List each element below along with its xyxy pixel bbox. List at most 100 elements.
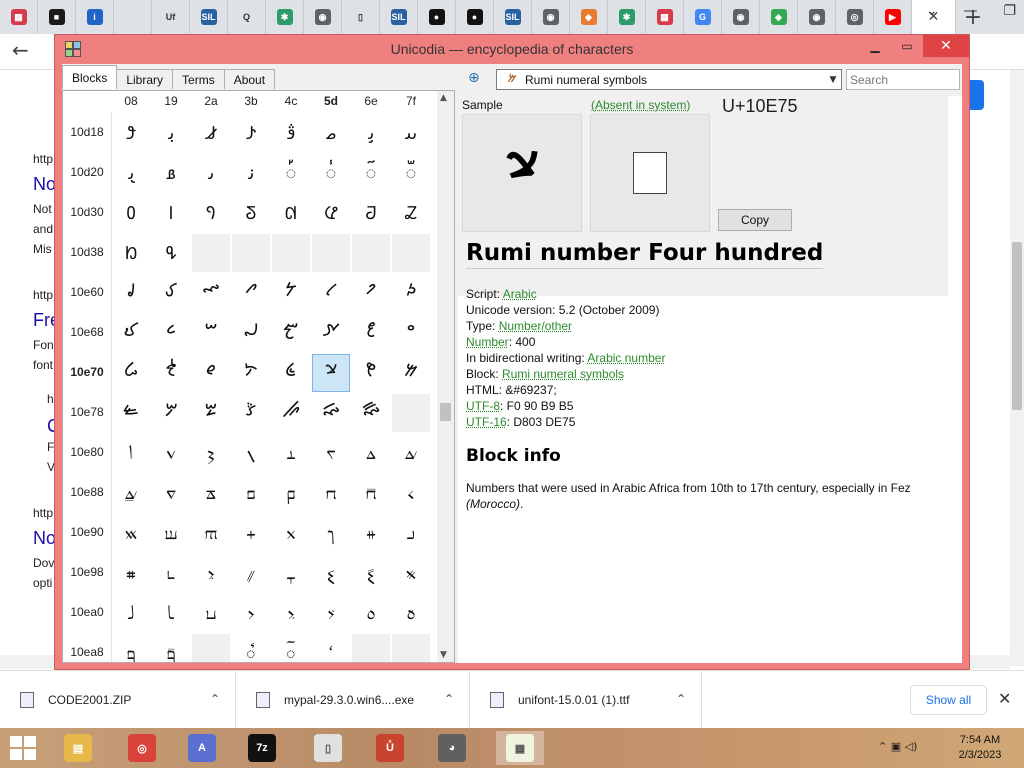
show-all-button[interactable]: Show all [910,685,987,715]
block-select[interactable]: 𐹷 Rumi numeral symbols ▼ [496,69,842,90]
character-cell[interactable]: 𐹫 [232,314,270,352]
character-cell[interactable]: 𐹣 [232,274,270,312]
character-cell[interactable]: 𐹮 [352,314,390,352]
grid-scrollbar[interactable]: ▲ ▼ [437,91,454,662]
taskbar-app[interactable]: 7z [238,731,286,765]
browser-tab[interactable]: ▦ [0,0,38,34]
back-arrow-icon[interactable]: ← [12,38,29,62]
character-cell[interactable]: 𐴶 [352,194,390,232]
absent-in-system-link[interactable]: (Absent in system) [591,98,690,112]
character-cell[interactable]: 𐺧 [392,594,430,632]
character-cell[interactable]: 𐺣 [232,594,270,632]
character-cell[interactable]: 𐹽 [312,394,350,432]
character-cell[interactable]: 𐺈 [112,474,150,512]
character-cell[interactable]: 𐹨 [112,314,150,352]
browser-tab[interactable]: i [76,0,114,34]
character-cell[interactable]: 𐹹 [152,394,190,432]
character-cell[interactable]: 𐹦 [352,274,390,312]
browser-tab[interactable]: ▶ [874,0,912,34]
character-cell[interactable]: 𐺚 [192,554,230,592]
character-cell[interactable]: 𐹩 [152,314,190,352]
browser-tab[interactable]: ◉ [798,0,836,34]
character-cell[interactable]: 𐴦 [352,154,390,192]
character-cell[interactable]: 𐴣 [232,154,270,192]
character-cell[interactable]: 𐹡 [152,274,190,312]
copy-button[interactable]: Copy [718,209,792,231]
character-cell[interactable]: 𐴛 [232,114,270,152]
character-cell[interactable]: 𐹢 [192,274,230,312]
character-cell[interactable]: 𐹯 [392,314,430,352]
number-link[interactable]: Number [466,335,509,349]
character-cell[interactable]: 𐺞 [352,554,390,592]
browser-tab[interactable]: ✱ [608,0,646,34]
character-cell[interactable]: 𐺀 [112,434,150,472]
browser-tab[interactable]: ✱ [266,0,304,34]
character-cell[interactable]: 𐴳 [232,194,270,232]
character-cell[interactable]: 𐺗 [392,514,430,552]
browser-tab[interactable]: ◎ [836,0,874,34]
chevron-down-icon[interactable]: ⌄ [926,3,938,19]
search-input[interactable] [846,69,960,90]
character-cell[interactable]: 𐺥 [312,594,350,632]
tab-about[interactable]: About [223,69,276,89]
character-cell[interactable]: 𐺆 [352,434,390,472]
character-cell[interactable]: 𐺊 [192,474,230,512]
character-cell[interactable]: 𐺏 [392,474,430,512]
character-cell[interactable]: 𐹥 [312,274,350,312]
taskbar-app[interactable]: ▯ [304,731,352,765]
character-cell[interactable]: 𐴘 [112,114,150,152]
character-cell[interactable]: 𐺄 [272,434,310,472]
character-cell[interactable]: 𐺟 [392,554,430,592]
grid-scroll-thumb[interactable] [440,403,451,421]
character-cell[interactable]: 𐹾 [352,394,390,432]
bidi-link[interactable]: Arabic number [587,351,665,365]
maximize-button[interactable]: ▭ [893,35,921,57]
character-cell[interactable]: 𐴡 [152,154,190,192]
browser-tab[interactable]: SIL [494,0,532,34]
character-cell[interactable]: 𐺂 [192,434,230,472]
character-cell[interactable]: 𐹠 [112,274,150,312]
volume-icon[interactable]: ◁) [905,740,918,753]
download-item[interactable]: CODE2001.ZIP ⌃ [0,671,236,729]
globe-sort-icon[interactable]: ⊕ [468,70,488,88]
character-cell[interactable]: 𐹬 [272,314,310,352]
character-cell[interactable]: 𐴜 [272,114,310,152]
character-cell[interactable]: 𐹲 [192,354,230,392]
character-cell[interactable]: 𐴤 [272,154,310,192]
character-cell[interactable]: 𐹭 [312,314,350,352]
browser-tab[interactable] [114,0,152,34]
browser-tab[interactable]: ◉ [722,0,760,34]
chevron-up-icon[interactable]: ⌃ [676,692,686,706]
character-cell[interactable]: 𐴞 [352,114,390,152]
character-cell[interactable]: 𐹴 [272,354,310,392]
character-cell[interactable]: 𐺎 [352,474,390,512]
browser-tab[interactable]: SIL [190,0,228,34]
tab-blocks[interactable]: Blocks [62,65,118,89]
browser-tab[interactable]: Uf [152,0,190,34]
character-cell[interactable]: 𐴙 [152,114,190,152]
character-cell[interactable]: 𐺤 [272,594,310,632]
character-cell[interactable]: 𐹰 [112,354,150,392]
download-item[interactable]: mypal-29.3.0.win6....exe ⌃ [236,671,470,729]
taskbar-app[interactable]: Ů [366,731,414,765]
character-cell[interactable]: 𐺋 [232,474,270,512]
character-cell[interactable]: 𐹤 [272,274,310,312]
block-link[interactable]: Rumi numeral symbols [502,367,624,381]
character-cell[interactable]: 𐺭 [312,634,350,662]
character-cell[interactable]: 𐺜 [272,554,310,592]
utf8-link[interactable]: UTF-8 [466,399,500,413]
character-cell[interactable]: 𐺦 [352,594,390,632]
window-titlebar[interactable]: Unicodia — encyclopedia of characters ▁ … [55,35,969,63]
character-cell[interactable]: 𐴵 [312,194,350,232]
character-cell[interactable]: 𐺝 [312,554,350,592]
character-cell[interactable]: 𐺢 [192,594,230,632]
taskbar-app[interactable]: ▦ [496,731,544,765]
character-cell[interactable]: 𐺘 [112,554,150,592]
browser-tab[interactable]: ● [418,0,456,34]
character-cell[interactable]: 𐺩 [152,634,190,662]
info-scrollbar[interactable] [948,96,962,663]
character-cell[interactable]: 𐺔 [272,514,310,552]
restore-icon[interactable]: ❐ [1003,3,1016,19]
browser-tab[interactable]: ■ [38,0,76,34]
download-item[interactable]: unifont-15.0.01 (1).ttf ⌃ [470,671,702,729]
